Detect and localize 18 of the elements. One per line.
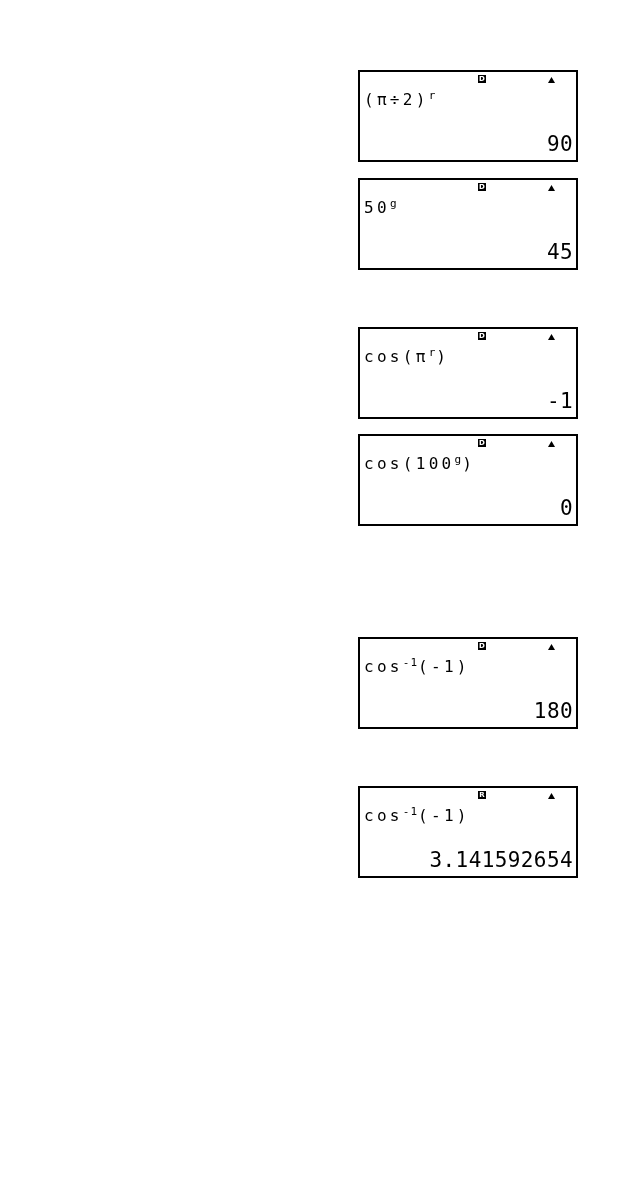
up-triangle-icon: [548, 793, 555, 799]
input-expression: (π÷2)$^{r}$: [364, 91, 437, 109]
up-triangle-icon: [548, 185, 555, 191]
up-triangle-icon: [548, 644, 555, 650]
result-value: 3.141592654: [429, 850, 573, 870]
input-expression: cos$^{-1}$(-1): [364, 807, 470, 825]
result-value: 45: [546, 242, 573, 262]
up-triangle-icon: [548, 441, 555, 447]
result-value: 180: [533, 701, 573, 721]
input-expression: cos(π$^{r}$): [364, 348, 450, 366]
input-expression: cos$^{-1}$(-1): [364, 658, 470, 676]
result-value: -1: [546, 391, 573, 411]
result-value: 90: [546, 134, 573, 154]
input-expression: 50$^{g}$: [364, 199, 398, 217]
input-expression: cos(100$^{g}$): [364, 455, 476, 473]
up-triangle-icon: [548, 77, 555, 83]
result-value: 0: [559, 498, 573, 518]
up-triangle-icon: [548, 334, 555, 340]
